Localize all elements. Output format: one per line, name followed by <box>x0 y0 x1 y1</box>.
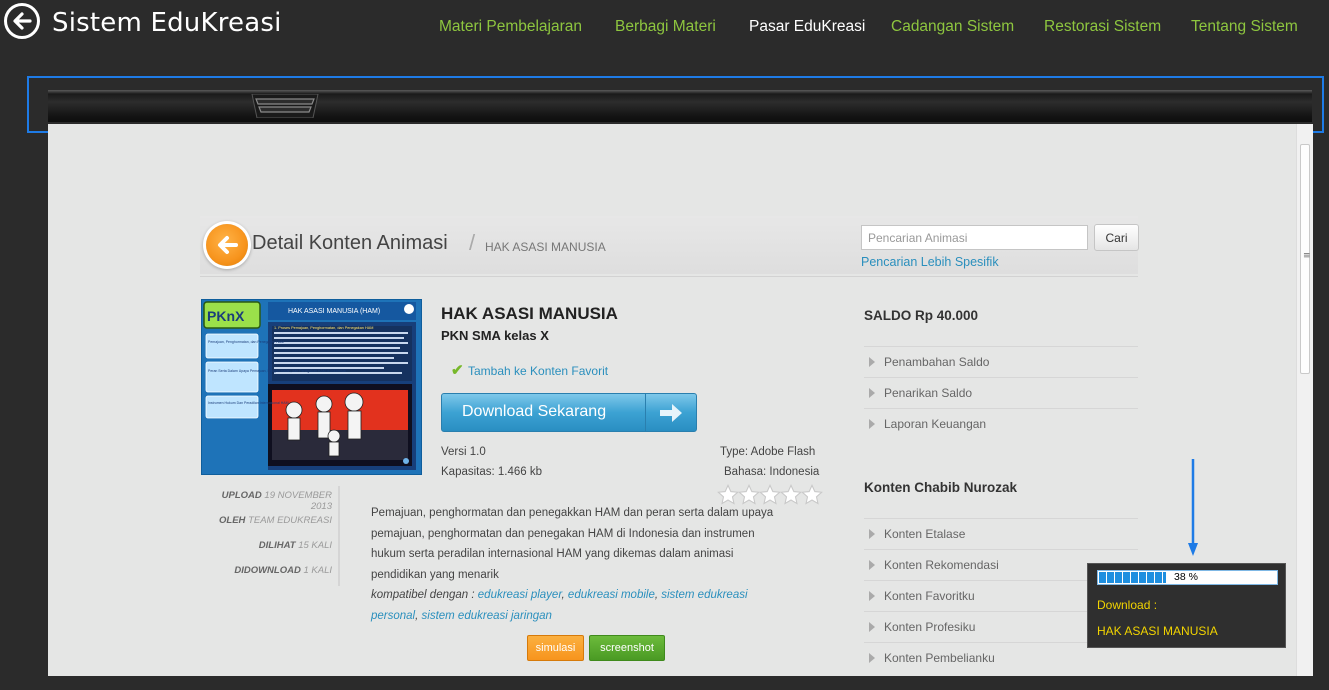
nav-cadangan-sistem[interactable]: Cadangan Sistem <box>891 18 1014 36</box>
content-thumbnail[interactable]: PKnX HAK ASASI MANUSIA (HAM) 1. Proses P… <box>201 299 422 475</box>
search-button[interactable]: Cari <box>1094 224 1139 251</box>
scrollbar-thumb[interactable]: ≡ <box>1300 144 1311 374</box>
product-description: Pemajuan, penghormatan dan penegakkan HA… <box>371 507 774 581</box>
add-favorite-link[interactable]: ✔ Tambah ke Konten Favorit <box>451 362 608 379</box>
thumbnail-title: HAK ASASI MANUSIA (HAM) <box>288 308 380 315</box>
app-title: Sistem EduKreasi <box>52 8 282 38</box>
meta-views: DILIHAT 15 KALI <box>258 540 332 551</box>
triangle-right-icon <box>869 560 875 570</box>
thumbnail-heading: 1. Proses Pemajuan, Penghormatan, dan Pe… <box>274 326 373 330</box>
progress-percent: 38 % <box>1174 571 1198 583</box>
spec-capacity: Kapasitas: 1.466 kb <box>441 466 543 478</box>
back-button[interactable] <box>4 3 40 39</box>
thumbnail-menu-3: Instrumen Hukum Dan Peradilan Internasio… <box>208 401 289 405</box>
triangle-right-icon <box>869 591 875 601</box>
product-subtitle: PKN SMA kelas X <box>441 328 549 343</box>
triangle-right-icon <box>869 622 875 632</box>
checkmark-icon: ✔ <box>451 362 464 379</box>
star-icon[interactable] <box>801 484 823 506</box>
spec-type: Type: Adobe Flash <box>720 446 816 458</box>
triangle-right-icon <box>869 529 875 539</box>
arrow-left-icon <box>13 12 32 30</box>
screenshot-button[interactable]: screenshot <box>589 635 665 661</box>
download-label: Download : <box>1097 598 1158 612</box>
sidebar-item-penarikan-saldo[interactable]: Penarikan Saldo <box>864 377 1138 408</box>
grip-icon: ≡ <box>1303 251 1311 261</box>
download-progress-bar: 38 % <box>1097 570 1278 585</box>
sidebar-item-konten-etalase[interactable]: Konten Etalase <box>864 518 1138 549</box>
breadcrumb-current: HAK ASASI MANUSIA <box>485 240 606 254</box>
simulation-button[interactable]: simulasi <box>527 635 584 661</box>
nav-pasar-edukreasi[interactable]: Pasar EduKreasi <box>749 18 865 36</box>
thumbnail-logo: PKnX <box>207 308 245 324</box>
meta-upload: UPLOAD 19 NOVEMBER 2013 <box>221 490 332 512</box>
sidebar-item-laporan-keuangan[interactable]: Laporan Keuangan <box>864 408 1138 439</box>
arrow-right-icon <box>646 394 696 431</box>
search-input[interactable] <box>861 225 1088 250</box>
content-heading: Konten Chabib Nurozak <box>864 480 1018 495</box>
scrollbar[interactable]: ≡ <box>1296 124 1313 676</box>
triangle-right-icon <box>869 388 875 398</box>
compat-link-mobile[interactable]: edukreasi mobile <box>568 589 655 601</box>
nav-berbagi-materi[interactable]: Berbagi Materi <box>615 18 716 36</box>
download-progress-panel: 38 % Download : HAK ASASI MANUSIA <box>1087 563 1286 648</box>
nav-restorasi-sistem[interactable]: Restorasi Sistem <box>1044 18 1161 36</box>
product-title: HAK ASASI MANUSIA <box>441 304 618 323</box>
breadcrumb-separator: / <box>469 230 476 255</box>
download-file-name: HAK ASASI MANUSIA <box>1097 624 1218 638</box>
progress-fill <box>1099 572 1166 583</box>
meta-divider <box>338 486 340 586</box>
app-header: Sistem EduKreasi Materi Pembelajaran Ber… <box>0 0 1329 70</box>
advanced-search-link[interactable]: Pencarian Lebih Spesifik <box>861 255 999 269</box>
arrow-down-icon <box>1188 459 1198 556</box>
thumbnail-menu-2: Peran Serta Dalam Upaya Pemajuan, Pengho… <box>208 369 346 373</box>
divider <box>200 276 1138 277</box>
meta-downloads: DIDOWNLOAD 1 KALI <box>234 565 332 576</box>
compat-link-player[interactable]: edukreasi player <box>478 589 562 601</box>
page-title: Detail Konten Animasi <box>252 232 448 254</box>
triangle-right-icon <box>869 357 875 367</box>
nav-materi-pembelajaran[interactable]: Materi Pembelajaran <box>439 18 582 36</box>
compat-link-jaringan[interactable]: sistem edukreasi jaringan <box>422 610 552 622</box>
meta-author: OLEH TEAM EDUKREASI <box>219 515 332 526</box>
page-back-button[interactable] <box>206 224 248 266</box>
download-now-button[interactable]: Download Sekarang <box>441 393 697 432</box>
sidebar-item-penambahan-saldo[interactable]: Penambahan Saldo <box>864 346 1138 377</box>
compatibility-list: kompatibel dengan : edukreasi player, ed… <box>371 589 748 622</box>
thumbnail-menu-1: Pemajuan, Penghormatan, dan Penegakan HA… <box>208 340 284 344</box>
balance-heading: SALDO Rp 40.000 <box>864 308 979 323</box>
arrow-left-icon <box>218 236 238 254</box>
nav-tentang-sistem[interactable]: Tentang Sistem <box>1191 18 1298 36</box>
thumbnail-art: PKnX HAK ASASI MANUSIA (HAM) 1. Proses P… <box>202 300 421 474</box>
triangle-right-icon <box>869 653 875 663</box>
spec-language: Bahasa: Indonesia <box>724 466 820 478</box>
triangle-right-icon <box>869 419 875 429</box>
spec-version: Versi 1.0 <box>441 446 486 458</box>
